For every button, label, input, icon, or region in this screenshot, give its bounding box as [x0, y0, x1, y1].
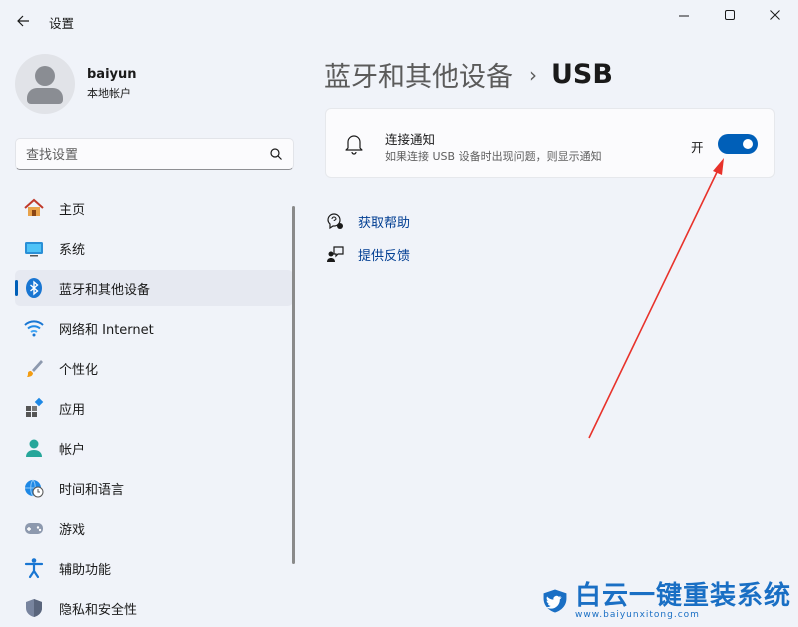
nav-item-home[interactable]: 主页: [15, 190, 293, 226]
brand-watermark: 白云一键重装系统 www.baiyunxitong.com: [541, 578, 791, 624]
bell-icon: [345, 135, 363, 155]
breadcrumb: 蓝牙和其他设备 › USB: [324, 55, 613, 94]
nav-item-personalization[interactable]: 个性化: [15, 350, 293, 386]
nav-label: 个性化: [59, 362, 99, 378]
nav-label: 系统: [59, 242, 86, 258]
connection-notification-toggle[interactable]: [718, 134, 758, 154]
nav-label: 主页: [59, 202, 86, 218]
accessibility-icon: [23, 557, 45, 579]
nav-label: 蓝牙和其他设备: [59, 282, 151, 298]
get-help-link[interactable]: 获取帮助: [325, 211, 410, 231]
sidebar-scrollbar[interactable]: [292, 206, 295, 564]
feedback-icon: [325, 244, 345, 264]
help-icon: [325, 211, 345, 231]
nav-label: 隐私和安全性: [59, 602, 138, 618]
bluetooth-icon: [23, 277, 45, 299]
nav-label: 应用: [59, 402, 86, 418]
close-button[interactable]: [752, 0, 798, 30]
watermark-url: www.baiyunxitong.com: [574, 610, 700, 620]
nav-item-gaming[interactable]: 游戏: [15, 510, 293, 546]
user-name: baiyun: [87, 67, 137, 82]
search-box[interactable]: [15, 138, 294, 170]
back-arrow-icon: [17, 15, 29, 27]
wifi-icon: [23, 317, 45, 339]
search-icon[interactable]: [269, 147, 283, 161]
active-indicator: [15, 280, 18, 296]
maximize-button[interactable]: [707, 0, 753, 30]
system-icon: [23, 237, 45, 259]
gamepad-icon: [23, 517, 45, 539]
nav-item-accounts[interactable]: 帐户: [15, 430, 293, 466]
toggle-state-label: 开: [691, 140, 704, 155]
nav-item-network[interactable]: 网络和 Internet: [15, 310, 293, 346]
brush-icon: [23, 357, 45, 379]
nav-label: 辅助功能: [59, 562, 112, 578]
breadcrumb-separator: ›: [529, 62, 537, 87]
setting-description: 如果连接 USB 设备时出现问题，则显示通知: [385, 150, 602, 163]
avatar: [15, 54, 75, 114]
app-title: 设置: [49, 16, 75, 31]
setting-title: 连接通知: [385, 132, 436, 147]
home-icon: [23, 197, 45, 219]
sidebar: baiyun 本地帐户 主页 系统 蓝牙和其他设备: [0, 40, 300, 627]
nav-item-bluetooth[interactable]: 蓝牙和其他设备: [15, 270, 293, 306]
minimize-button[interactable]: [661, 0, 707, 30]
nav-item-time-language[interactable]: 时间和语言: [15, 470, 293, 506]
page-title: USB: [551, 59, 613, 90]
back-button[interactable]: [10, 8, 36, 34]
get-help-label[interactable]: 获取帮助: [358, 212, 410, 231]
nav-label: 时间和语言: [59, 482, 125, 498]
account-type: 本地帐户: [87, 87, 131, 100]
clock-globe-icon: [23, 477, 45, 499]
user-profile[interactable]: baiyun 本地帐户: [15, 54, 137, 114]
nav-label: 网络和 Internet: [59, 322, 154, 338]
nav-list: 主页 系统 蓝牙和其他设备 网络和 Internet 个性化 应用 帐户 时间和…: [15, 190, 293, 627]
usb-notification-card: 连接通知 如果连接 USB 设备时出现问题，则显示通知 开: [325, 108, 775, 178]
apps-icon: [23, 397, 45, 419]
give-feedback-label[interactable]: 提供反馈: [358, 245, 410, 264]
nav-label: 帐户: [59, 442, 86, 458]
search-input[interactable]: [26, 145, 256, 165]
minimize-icon: [679, 15, 689, 17]
nav-item-system[interactable]: 系统: [15, 230, 293, 266]
give-feedback-link[interactable]: 提供反馈: [325, 244, 410, 264]
twitter-bird-logo-icon: [543, 589, 567, 613]
title-bar: 设置: [0, 0, 798, 40]
nav-item-accessibility[interactable]: 辅助功能: [15, 550, 293, 586]
close-icon: [770, 10, 780, 20]
maximize-icon: [725, 10, 735, 20]
account-icon: [23, 437, 45, 459]
toggle-knob: [743, 139, 753, 149]
shield-icon: [23, 597, 45, 619]
nav-item-privacy[interactable]: 隐私和安全性: [15, 590, 293, 626]
nav-item-apps[interactable]: 应用: [15, 390, 293, 426]
watermark-brand: 白云一键重装系统: [574, 581, 791, 611]
nav-label: 游戏: [59, 522, 86, 538]
breadcrumb-parent[interactable]: 蓝牙和其他设备: [324, 55, 513, 94]
